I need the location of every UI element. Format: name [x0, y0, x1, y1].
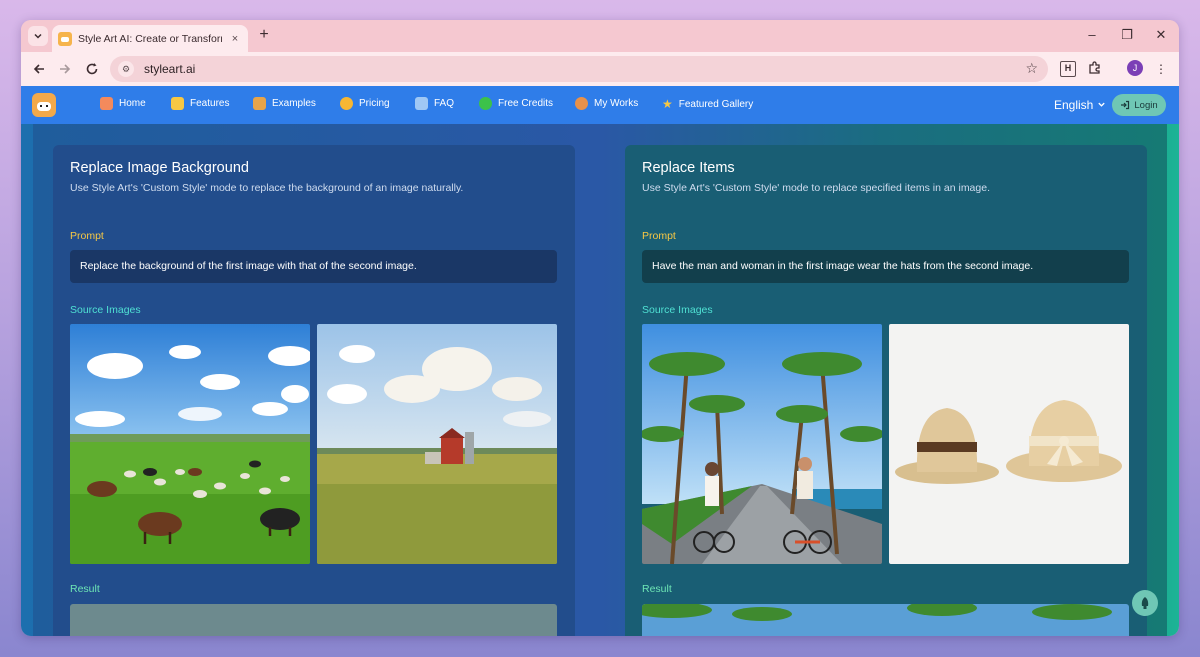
new-tab-button[interactable]: +: [255, 26, 273, 44]
login-button[interactable]: Login: [1112, 94, 1166, 116]
nav-home[interactable]: Home: [100, 97, 146, 110]
result-label: Result: [70, 583, 100, 595]
styleart-logo[interactable]: [32, 93, 56, 117]
example-card-replace-background: Replace Image Background Use Style Art's…: [53, 145, 575, 636]
house-icon: [100, 97, 113, 110]
tab-close-icon[interactable]: ×: [228, 33, 242, 45]
prompt-text: Have the man and woman in the first imag…: [642, 250, 1129, 283]
language-selector[interactable]: English: [1054, 98, 1106, 112]
site-navbar: Home Features Examples Pricing FAQ Free …: [21, 86, 1179, 124]
menu-kebab-icon[interactable]: ⋮: [1153, 61, 1169, 77]
prompt-label: Prompt: [642, 230, 676, 242]
url-text: styleart.ai: [144, 62, 196, 76]
nav-my-works-label: My Works: [594, 98, 639, 109]
restore-button[interactable]: ❐: [1118, 27, 1136, 43]
nav-home-label: Home: [119, 98, 146, 109]
result-image[interactable]: [70, 604, 557, 636]
coin-icon: [340, 97, 353, 110]
nav-faq[interactable]: FAQ: [415, 97, 454, 110]
source-image-cyclists-palms[interactable]: [642, 324, 882, 564]
nav-pricing-label: Pricing: [359, 98, 390, 109]
nav-my-works[interactable]: My Works: [575, 97, 638, 110]
prompt-label: Prompt: [70, 230, 104, 242]
example-card-replace-items: Replace Items Use Style Art's 'Custom St…: [625, 145, 1147, 636]
nav-free-credits-label: Free Credits: [498, 98, 554, 109]
tab-search-button[interactable]: [28, 26, 48, 46]
tab-strip: Style Art AI: Create or Transform × + – …: [21, 20, 1179, 52]
book-icon: [415, 97, 428, 110]
nav-featured-gallery-label: Featured Gallery: [678, 98, 754, 110]
free-badge-icon: [479, 97, 492, 110]
grid-icon: [171, 97, 184, 110]
nav-examples[interactable]: Examples: [253, 97, 316, 110]
chevron-down-icon: [1098, 102, 1105, 107]
extension-h-icon[interactable]: H: [1060, 61, 1076, 77]
source-image-cows-field[interactable]: [70, 324, 310, 564]
source-image-straw-hats[interactable]: [889, 324, 1129, 564]
nav-featured-gallery[interactable]: ★ Featured Gallery: [662, 97, 753, 111]
browser-window: Style Art AI: Create or Transform × + – …: [21, 20, 1179, 636]
card-title: Replace Items: [642, 160, 735, 176]
minimize-button[interactable]: –: [1083, 27, 1101, 42]
forward-button[interactable]: [56, 60, 74, 78]
source-image-farm-barn[interactable]: [317, 324, 557, 564]
arrow-right-icon: [60, 64, 71, 74]
source-images-label: Source Images: [642, 304, 713, 316]
card-title: Replace Image Background: [70, 160, 249, 176]
browser-toolbar: ⚙ styleart.ai ☆ H ⋮: [21, 52, 1179, 86]
rocket-fab-button[interactable]: [1132, 590, 1158, 616]
back-button[interactable]: [30, 60, 48, 78]
nav-features[interactable]: Features: [171, 97, 229, 110]
signpost-icon: [253, 97, 266, 110]
bookmark-star-icon[interactable]: ☆: [1025, 60, 1038, 77]
login-arrow-icon: [1121, 100, 1130, 110]
tab-title: Style Art AI: Create or Transform: [78, 32, 222, 45]
language-label: English: [1054, 98, 1094, 112]
extensions-puzzle-icon[interactable]: [1087, 61, 1103, 77]
rocket-icon: [1141, 597, 1149, 609]
profile-avatar[interactable]: J: [1127, 60, 1143, 76]
active-tab[interactable]: Style Art AI: Create or Transform ×: [52, 25, 248, 52]
result-label: Result: [642, 583, 672, 595]
star-icon: ★: [662, 97, 673, 111]
nav-examples-label: Examples: [272, 98, 316, 109]
nav-faq-label: FAQ: [434, 98, 455, 109]
source-images-label: Source Images: [70, 304, 141, 316]
login-label: Login: [1134, 99, 1158, 111]
card-description: Use Style Art's 'Custom Style' mode to r…: [70, 182, 464, 194]
reload-icon: [86, 63, 98, 75]
prompt-text: Replace the background of the first imag…: [70, 250, 557, 283]
reload-button[interactable]: [83, 60, 101, 78]
address-bar[interactable]: ⚙ styleart.ai ☆: [110, 56, 1048, 82]
close-window-button[interactable]: ✕: [1152, 27, 1170, 43]
site-favicon-icon: [58, 31, 72, 46]
chevron-down-icon: [34, 33, 42, 39]
nav-pricing[interactable]: Pricing: [340, 97, 390, 110]
arrow-left-icon: [33, 64, 44, 74]
nav-features-label: Features: [190, 98, 230, 109]
nav-free-credits[interactable]: Free Credits: [479, 97, 553, 110]
card-description: Use Style Art's 'Custom Style' mode to r…: [642, 182, 990, 194]
palette-icon: [575, 97, 588, 110]
web-page: Home Features Examples Pricing FAQ Free …: [21, 86, 1179, 636]
result-image[interactable]: [642, 604, 1129, 636]
site-settings-icon[interactable]: ⚙: [118, 61, 134, 77]
